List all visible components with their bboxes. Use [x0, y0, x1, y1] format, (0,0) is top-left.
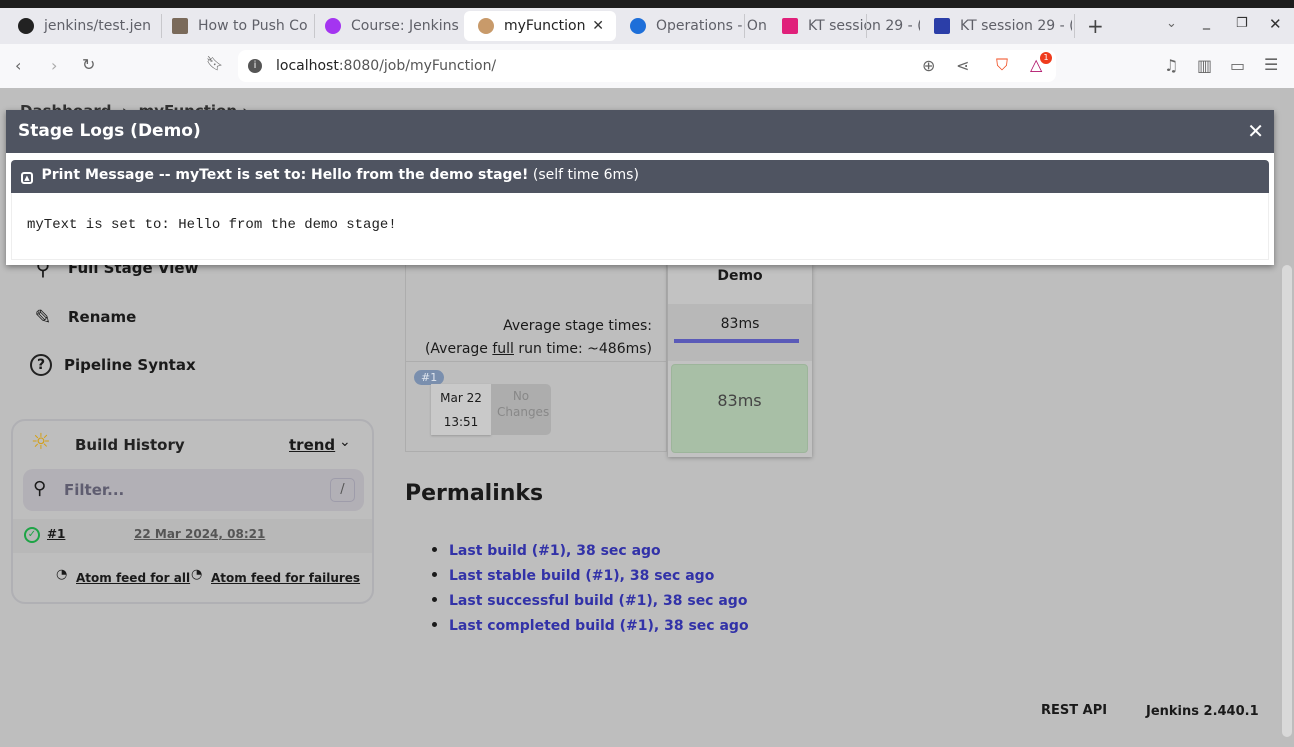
filter-input[interactable]: ⚲ Filter... / [23, 469, 364, 511]
tab-separator [1074, 14, 1075, 38]
build-history-title: Build History [75, 436, 185, 454]
jenkins-version[interactable]: Jenkins 2.440.1 [1146, 704, 1259, 719]
permalinks-list: Last build (#1), 38 sec ago Last stable … [449, 540, 749, 640]
success-icon: ✓ [24, 527, 40, 543]
stage-cell-success[interactable]: 83ms [671, 364, 808, 453]
jenkins-icon [478, 18, 494, 34]
back-icon[interactable]: ‹ [15, 56, 21, 75]
menu-icon[interactable]: ☰ [1264, 55, 1278, 74]
run-date: Mar 22 13:51 [431, 384, 491, 435]
browser-tab[interactable]: KT session 29 - ( [920, 11, 1072, 41]
modal-header: Stage Logs (Demo) [6, 110, 1274, 153]
brave-shields-icon[interactable]: ⛉ [996, 55, 1008, 75]
average-times: Average stage times: (Average full run t… [424, 318, 652, 357]
sun-icon: ☼ [31, 430, 51, 455]
browser-tab[interactable]: Course: Jenkins [311, 11, 463, 41]
forward-icon[interactable]: › [51, 56, 57, 75]
atom-feed-all-link[interactable]: Atom feed for all [76, 571, 190, 585]
atom-feed-failures-link[interactable]: Atom feed for failures [211, 571, 360, 585]
sidebar-item-pipeline-syntax[interactable]: ? Pipeline Syntax [30, 354, 196, 376]
stage-logs-modal: Stage Logs (Demo) ✕ ▲ Print Message -- m… [6, 110, 1274, 265]
browser-tab[interactable]: jenkins/test.jen [4, 11, 156, 41]
bookmark-icon[interactable]: 🔖︎ [206, 56, 224, 72]
log-step-header[interactable]: ▲ Print Message -- myText is set to: Hel… [11, 160, 1269, 193]
reload-icon[interactable]: ↻ [82, 55, 95, 74]
no-changes: No Changes [491, 384, 551, 435]
info-icon[interactable]: i [248, 59, 262, 73]
stage-header: Demo [717, 268, 763, 284]
onedrive-icon [630, 18, 646, 34]
chevron-down-icon[interactable]: ⌄ [339, 434, 351, 450]
search-icon: ⚲ [33, 478, 47, 499]
browser-tab[interactable]: KT session 29 - ( [768, 11, 920, 41]
chevron-down-icon[interactable]: ⌄ [1166, 16, 1177, 31]
build-row[interactable]: ✓ #1 22 Mar 2024, 08:21 [13, 519, 372, 553]
build-date-link[interactable]: 22 Mar 2024, 08:21 [134, 527, 265, 541]
help-icon: ? [30, 354, 52, 376]
window-top-bar [0, 0, 1294, 8]
divider [406, 361, 667, 362]
avg-time-bar [674, 339, 799, 343]
scrollbar-thumb[interactable] [1282, 265, 1292, 737]
browser-tab[interactable]: How to Push Co [158, 11, 310, 41]
rss-icon: ◔ [56, 567, 68, 582]
rest-api-link[interactable]: REST API [1041, 703, 1107, 718]
close-icon[interactable]: ✕ [1247, 119, 1264, 143]
browser-tab-active[interactable]: myFunction ✕ [464, 11, 616, 41]
full-run-link[interactable]: full [492, 341, 514, 357]
build-history-panel: ☼ Build History trend ⌄ ⚲ Filter... / ✓ … [11, 419, 374, 604]
permalink-last-successful[interactable]: Last successful build (#1), 38 sec ago [449, 593, 747, 609]
run-badge[interactable]: #1 [414, 370, 445, 385]
udemy-icon [325, 18, 341, 34]
close-tab-icon[interactable]: ✕ [592, 18, 604, 34]
close-window-icon[interactable]: ✕ [1269, 15, 1282, 33]
build-number-link[interactable]: #1 [47, 527, 65, 541]
keyboard-shortcut-hint: / [330, 478, 355, 502]
log-output: myText is set to: Hello from the demo st… [27, 217, 397, 233]
stream-icon [782, 18, 798, 34]
permalink-last-stable[interactable]: Last stable build (#1), 38 sec ago [449, 568, 714, 584]
notification-badge: 1 [1040, 52, 1052, 64]
pencil-icon: ✎ [34, 305, 52, 329]
permalink-last-build[interactable]: Last build (#1), 38 sec ago [449, 543, 661, 559]
rss-icon: ◔ [191, 567, 203, 582]
collapse-icon[interactable]: ▲ [21, 172, 33, 184]
trend-link[interactable]: trend [289, 436, 335, 454]
permalinks-heading: Permalinks [405, 481, 544, 506]
sidebar-item-rename[interactable]: ✎ Rename [30, 305, 137, 329]
minimize-icon[interactable]: _ [1203, 14, 1210, 30]
sidebar-icon[interactable]: ▥ [1197, 56, 1212, 75]
share-icon[interactable]: ⋖ [956, 56, 969, 75]
stage-column-demo: Demo 83ms 83ms [668, 264, 812, 457]
zoom-icon[interactable]: ⊕ [922, 56, 935, 75]
wallet-icon[interactable]: ▭ [1230, 56, 1245, 75]
modal-title: Stage Logs (Demo) [18, 121, 201, 141]
restore-icon[interactable]: ❐ [1236, 16, 1248, 31]
music-icon[interactable]: ♫ [1164, 56, 1178, 75]
url-field[interactable]: i localhost:8080/job/myFunction/ ⊕ ⋖ ⛉ △… [238, 50, 1056, 82]
stage-view-left: Average stage times: (Average full run t… [405, 264, 667, 452]
word-icon [934, 18, 950, 34]
new-tab-icon[interactable]: + [1087, 14, 1104, 38]
tab-separator [866, 14, 867, 38]
browser-tab[interactable]: Operations - On [616, 11, 768, 41]
avg-stage-time: 83ms [668, 304, 812, 361]
permalink-last-completed[interactable]: Last completed build (#1), 38 sec ago [449, 618, 749, 634]
tab-separator [744, 14, 745, 38]
tab-bar: jenkins/test.jen How to Push Co Course: … [0, 8, 1294, 44]
github-icon [18, 18, 34, 34]
avatar-icon [172, 18, 188, 34]
